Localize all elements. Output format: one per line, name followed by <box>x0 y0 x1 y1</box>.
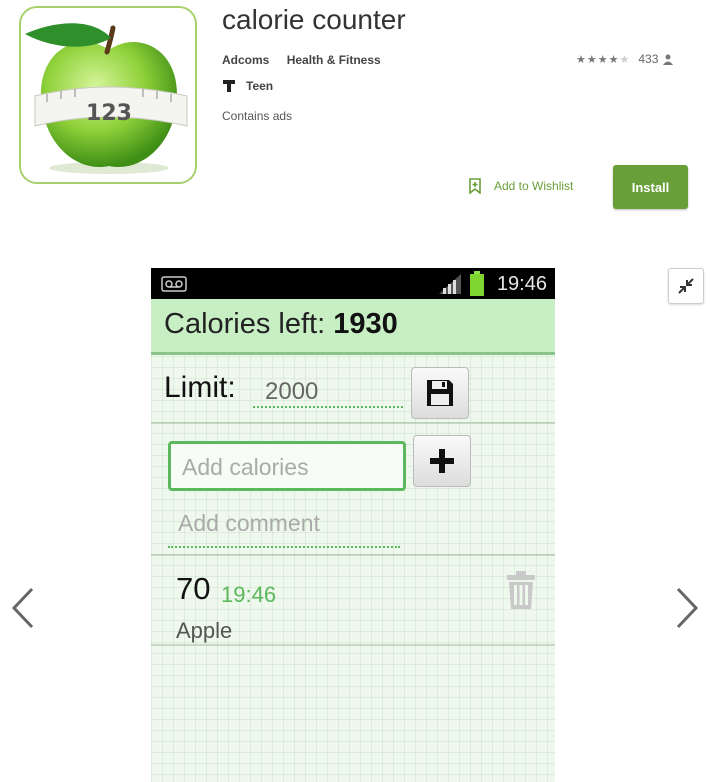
add-to-wishlist-button[interactable]: Add to Wishlist <box>468 178 573 194</box>
divider <box>151 644 555 646</box>
phone-status-bar: 19:46 <box>151 268 555 299</box>
trash-icon <box>507 571 535 609</box>
voicemail-icon <box>161 276 187 292</box>
star-icon: ★ <box>576 53 586 66</box>
add-calories-input[interactable]: Add calories <box>168 441 406 491</box>
content-rating-label: Teen <box>246 79 274 93</box>
entry-calories: 70 <box>176 571 211 606</box>
divider <box>151 422 555 424</box>
star-empty-icon: ★ <box>619 53 630 66</box>
chevron-left-icon <box>11 587 34 629</box>
save-limit-button[interactable] <box>411 367 469 419</box>
bookmark-plus-icon <box>469 178 481 194</box>
category-link[interactable]: Health & Fitness <box>287 53 381 67</box>
person-icon <box>663 54 674 65</box>
signal-icon <box>439 274 461 294</box>
chevron-right-icon <box>676 587 699 629</box>
plus-icon <box>430 449 454 473</box>
collapse-icon <box>678 278 694 294</box>
add-calories-button[interactable] <box>413 435 471 487</box>
rating-stars: ★ ★ ★ ★ ★ 433 <box>576 52 674 66</box>
calories-left-text: Calories left: 1930 <box>164 308 398 341</box>
ads-notice: Contains ads <box>222 109 293 123</box>
add-comment-placeholder: Add comment <box>178 510 320 536</box>
add-comment-input[interactable]: Add comment <box>168 506 400 548</box>
collapse-screenshot-button[interactable] <box>668 268 704 304</box>
install-button[interactable]: Install <box>613 165 688 209</box>
rating-count: 433 <box>638 52 659 66</box>
app-title: calorie counter <box>222 4 406 35</box>
entry-name: Apple <box>176 618 233 643</box>
limit-field[interactable]: 2000 <box>253 376 403 408</box>
star-half-icon: ★ <box>608 53 619 66</box>
calories-left-label: Calories left: <box>164 308 326 340</box>
limit-value: 2000 <box>265 378 319 405</box>
battery-icon <box>470 271 484 296</box>
star-icon: ★ <box>586 53 597 66</box>
add-calories-placeholder: Add calories <box>182 454 309 480</box>
limit-label: Limit: <box>164 371 236 404</box>
developer-row: Adcoms Health & Fitness <box>222 53 395 67</box>
floppy-disk-icon <box>427 380 453 406</box>
entry-time: 19:46 <box>221 582 277 607</box>
previous-screenshot-button[interactable] <box>4 583 44 633</box>
delete-entry-button[interactable] <box>506 570 536 610</box>
next-screenshot-button[interactable] <box>666 583 706 633</box>
teen-rating-icon <box>223 80 235 92</box>
calories-left-header: Calories left: 1930 <box>151 299 555 355</box>
developer-link[interactable]: Adcoms <box>222 53 269 67</box>
svg-text:123: 123 <box>86 101 132 126</box>
status-time: 19:46 <box>496 273 547 295</box>
calories-left-value: 1930 <box>333 308 398 340</box>
app-screenshot: 19:46 Calories left: 1930 Limit: 2000 Ad… <box>151 268 555 782</box>
divider <box>151 554 555 556</box>
star-icon: ★ <box>597 53 608 66</box>
app-icon: 123 <box>19 6 197 184</box>
apple-logo-icon: 123 <box>25 23 188 174</box>
content-rating: Teen <box>222 79 273 93</box>
wishlist-label: Add to Wishlist <box>494 179 574 193</box>
